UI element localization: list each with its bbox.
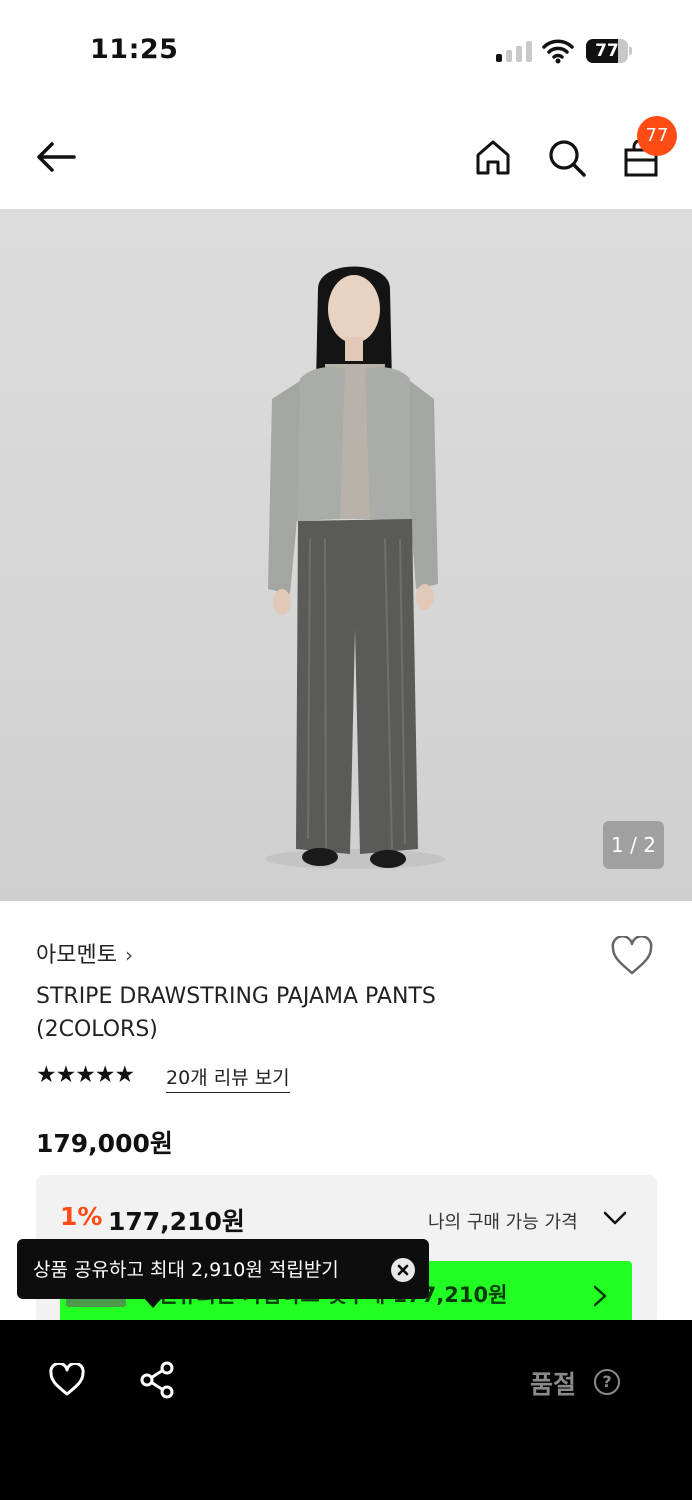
my-price-toggle[interactable]: 나의 구매 가능 가격	[428, 1208, 578, 1234]
cart-count-badge[interactable]: 77	[637, 116, 677, 156]
share-icon[interactable]	[139, 1361, 175, 1399]
status-bar: 11:25 77	[0, 0, 692, 100]
heart-icon[interactable]	[610, 936, 654, 976]
share-reward-tooltip: 상품 공유하고 최대 2,910원 적립받기	[17, 1239, 429, 1299]
wifi-icon	[542, 39, 574, 64]
discounted-price: 177,210원	[108, 1207, 245, 1236]
search-icon[interactable]	[547, 138, 587, 178]
chevron-down-icon[interactable]	[602, 1207, 628, 1229]
original-price: 179,000원	[36, 1129, 173, 1158]
battery-level: 77	[595, 41, 619, 61]
close-icon[interactable]	[391, 1258, 415, 1282]
tooltip-text: 상품 공유하고 최대 2,910원 적립받기	[33, 1259, 339, 1281]
cellular-signal-icon	[496, 40, 532, 62]
sold-out-label: 품절	[530, 1370, 577, 1399]
top-navigation	[0, 110, 692, 206]
bottom-action-bar: 품절 ?	[0, 1320, 692, 1500]
discount-rate: 1%	[60, 1202, 103, 1231]
arrow-left-icon[interactable]	[34, 140, 78, 174]
brand-link[interactable]: 아모멘토 ›	[36, 937, 133, 969]
chevron-right-icon: ›	[124, 943, 133, 967]
heart-icon[interactable]	[48, 1363, 86, 1397]
chevron-right-icon	[593, 1285, 607, 1307]
product-name: STRIPE DRAWSTRING PAJAMA PANTS (2COLORS)	[36, 984, 436, 1042]
image-counter: 1 / 2	[603, 821, 664, 869]
tooltip-arrow	[144, 1298, 162, 1308]
help-icon[interactable]: ?	[594, 1369, 620, 1395]
battery-icon: 77	[586, 39, 632, 63]
status-time: 11:25	[90, 34, 179, 65]
reviews-link[interactable]: 20개 리뷰 보기	[166, 1063, 290, 1093]
star-rating: ★★★★★	[36, 1062, 135, 1088]
model-photo	[265, 266, 445, 869]
home-icon[interactable]	[474, 138, 512, 176]
brand-name: 아모멘토	[36, 943, 117, 968]
product-image[interactable]	[0, 209, 692, 901]
